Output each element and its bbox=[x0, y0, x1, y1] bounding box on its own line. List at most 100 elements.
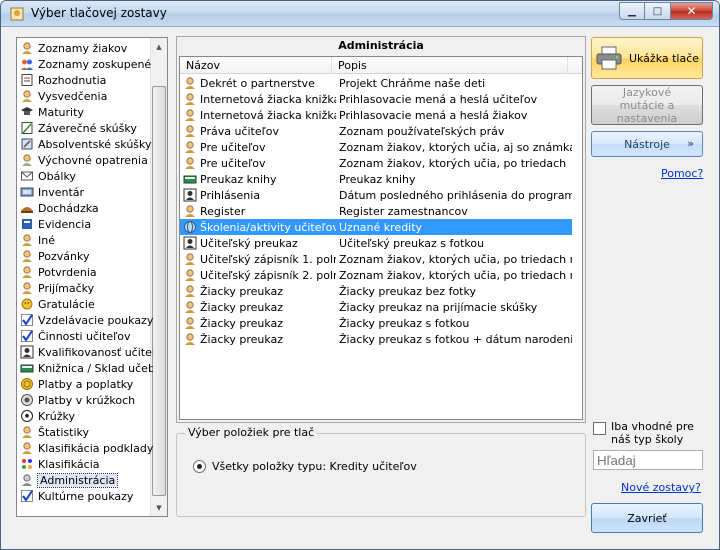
table-row[interactable]: Pre učiteľov Zoznam žiakov, ktorých učia,… bbox=[180, 155, 572, 171]
teacher-icon bbox=[183, 188, 197, 202]
admission-icon bbox=[19, 281, 34, 295]
category-item-label: Dochádzka bbox=[38, 201, 99, 215]
close-button[interactable]: Zavrieť bbox=[591, 503, 703, 533]
reports-panel: Administrácia Názov Popis Dekrét o partn… bbox=[176, 36, 586, 423]
only-suitable-checkbox[interactable]: Iba vhodné pre náš typ školy bbox=[593, 420, 711, 446]
all-items-radio[interactable]: Všetky položky typu: Kredity učiteľov bbox=[193, 460, 417, 473]
category-item[interactable]: Vzdelávacie poukazy bbox=[19, 312, 153, 328]
table-row[interactable]: Učiteľský zápisník 2. polr... Zoznam žiak… bbox=[180, 267, 572, 283]
category-item[interactable]: Knižnica / Sklad učebníc bbox=[19, 360, 153, 376]
table-row[interactable]: Internetová žiacka knižka Prihlasovacie m… bbox=[180, 107, 572, 123]
table-row[interactable]: Dekrét o partnerstve Projekt Chráňme naše… bbox=[180, 75, 572, 91]
reports-grid[interactable]: Názov Popis Dekrét o partnerstve Projekt … bbox=[179, 56, 583, 420]
category-list[interactable]: ▲ ▼ Zoznamy žiakov Zoznamy zoskupené Rozho… bbox=[16, 37, 168, 517]
category-item[interactable]: Obálky bbox=[19, 168, 153, 184]
category-item[interactable]: Klasifikácia podklady bbox=[19, 440, 153, 456]
table-row[interactable]: Internetová žiacka knižka Prihlasovacie m… bbox=[180, 91, 572, 107]
soccer-icon bbox=[19, 409, 34, 423]
category-item[interactable]: Krúžky bbox=[19, 408, 153, 424]
table-row[interactable]: Žiacky preukaz Žiacky preukaz s fotkou bbox=[180, 315, 572, 331]
category-item[interactable]: Platby v krúžkoch bbox=[19, 392, 153, 408]
help-link[interactable]: Pomoc? bbox=[661, 167, 703, 180]
search-input[interactable] bbox=[593, 450, 703, 470]
category-item[interactable]: Administrácia bbox=[19, 472, 153, 488]
cell-name: Pre učiteľov bbox=[180, 140, 336, 154]
printer-icon bbox=[596, 46, 622, 70]
scroll-thumb[interactable] bbox=[152, 86, 166, 496]
category-item[interactable]: Činnosti učiteľov bbox=[19, 328, 153, 344]
category-item[interactable]: Štatistiky bbox=[19, 424, 153, 440]
book-icon bbox=[19, 361, 34, 375]
category-item[interactable]: Zoznamy zoskupené bbox=[19, 56, 153, 72]
cell-description: Register zamestnancov bbox=[339, 204, 468, 218]
category-item[interactable]: Platby a poplatky bbox=[19, 376, 153, 392]
column-header-description[interactable]: Popis bbox=[332, 57, 568, 74]
student-icon bbox=[183, 124, 197, 138]
category-item[interactable]: Potvrdenia bbox=[19, 264, 153, 280]
category-item-label: Krúžky bbox=[38, 409, 75, 423]
envelope-icon bbox=[19, 169, 34, 183]
category-item[interactable]: Pozvánky bbox=[19, 248, 153, 264]
cell-name: Žiacky preukaz bbox=[180, 316, 336, 330]
student-icon bbox=[183, 300, 197, 314]
student-icon bbox=[183, 284, 197, 298]
category-item[interactable]: Kvalifikovanosť učiteľov bbox=[19, 344, 153, 360]
category-item[interactable]: Maturity bbox=[19, 104, 153, 120]
maximize-icon[interactable]: □ bbox=[645, 2, 671, 20]
student-icon bbox=[183, 156, 197, 170]
category-item[interactable]: Vysvedčenia bbox=[19, 88, 153, 104]
table-row[interactable]: Register Register zamestnancov bbox=[180, 203, 572, 219]
category-item[interactable]: Inventár bbox=[19, 184, 153, 200]
tools-button[interactable]: Nástroje » bbox=[591, 131, 703, 157]
minimize-icon[interactable]: ▁ bbox=[619, 2, 645, 20]
new-reports-link[interactable]: Nové zostavy? bbox=[621, 481, 701, 494]
category-item-label: Potvrdenia bbox=[38, 265, 97, 279]
category-item[interactable]: Výchovné opatrenia bbox=[19, 152, 153, 168]
cell-name: Učiteľský zápisník 1. polr... bbox=[180, 252, 336, 266]
checkbox[interactable] bbox=[593, 422, 606, 435]
table-row[interactable]: Preukaz knihy Preukaz knihy bbox=[180, 171, 572, 187]
cell-name-text: Žiacky preukaz bbox=[200, 284, 284, 298]
category-item[interactable]: Prijímačky bbox=[19, 280, 153, 296]
category-item[interactable]: Iné bbox=[19, 232, 153, 248]
table-row[interactable]: Učiteľský preukaz Učiteľský preukaz s fot… bbox=[180, 235, 572, 251]
cell-name-text: Preukaz knihy bbox=[200, 172, 277, 186]
category-item[interactable]: Kultúrne poukazy bbox=[19, 488, 153, 504]
category-item-label: Vzdelávacie poukazy bbox=[38, 313, 153, 327]
table-row[interactable]: Pre učiteľov Zoznam žiakov, ktorých učia,… bbox=[180, 139, 572, 155]
print-preview-button[interactable]: Ukážka tlače bbox=[591, 37, 703, 79]
category-item[interactable]: Gratulácie bbox=[19, 296, 153, 312]
category-item-label: Rozhodnutia bbox=[38, 73, 107, 87]
scroll-up-icon[interactable]: ▲ bbox=[151, 38, 167, 55]
table-row[interactable]: Žiacky preukaz Žiacky preukaz na prijímac… bbox=[180, 299, 572, 315]
table-row[interactable]: Práva učiteľov Zoznam používateľských prá… bbox=[180, 123, 572, 139]
category-item[interactable]: Zoznamy žiakov bbox=[19, 40, 153, 56]
scroll-down-icon[interactable]: ▼ bbox=[151, 499, 167, 516]
title-bar[interactable]: Výber tlačovej zostavy ▁ □ ✕ bbox=[1, 1, 719, 27]
language-settings-button[interactable]: Jazykové mutácie a nastavenia bbox=[591, 85, 703, 125]
cell-description: Zoznam žiakov, ktorých učia, po triedach… bbox=[339, 252, 572, 266]
category-item[interactable]: Evidencia bbox=[19, 216, 153, 232]
table-row[interactable]: Žiacky preukaz Žiacky preukaz bez fotky bbox=[180, 283, 572, 299]
close-icon[interactable]: ✕ bbox=[671, 2, 713, 20]
category-item[interactable]: Klasifikácia bbox=[19, 456, 153, 472]
table-row[interactable]: Žiacky preukaz Žiacky preukaz s fotkou + … bbox=[180, 331, 572, 347]
table-row[interactable]: Školenia/aktivity učiteľov Uznané kredity bbox=[180, 219, 572, 235]
category-item[interactable]: Dochádzka bbox=[19, 200, 153, 216]
cell-name-text: Učiteľský preukaz bbox=[200, 236, 298, 250]
column-header-name[interactable]: Názov bbox=[180, 57, 332, 74]
confirmation-icon bbox=[19, 265, 34, 279]
window-controls: ▁ □ ✕ bbox=[619, 2, 713, 20]
cell-name: Preukaz knihy bbox=[180, 172, 336, 186]
category-item[interactable]: Rozhodnutia bbox=[19, 72, 153, 88]
category-item[interactable]: Záverečné skúšky bbox=[19, 120, 153, 136]
table-row[interactable]: Učiteľský zápisník 1. polr... Zoznam žiak… bbox=[180, 251, 572, 267]
app-icon bbox=[10, 7, 24, 21]
student-icon bbox=[183, 92, 197, 106]
table-row[interactable]: Prihlásenia Dátum posledného prihlásenia … bbox=[180, 187, 572, 203]
cell-description: Zoznam žiakov, ktorých učia, po triedach bbox=[339, 156, 567, 170]
radio-button[interactable] bbox=[193, 460, 206, 473]
category-item[interactable]: Absolventské skúšky bbox=[19, 136, 153, 152]
congrats-icon bbox=[19, 297, 34, 311]
category-item-label: Klasifikácia bbox=[38, 457, 100, 471]
